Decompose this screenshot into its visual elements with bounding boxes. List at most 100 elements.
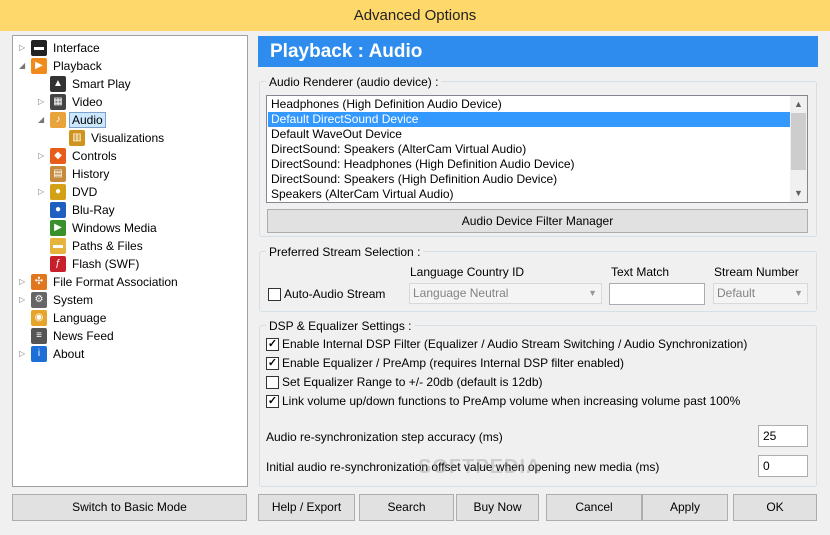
scroll-up-icon[interactable]: ▲ <box>790 96 807 113</box>
tree-item-label: History <box>72 167 110 181</box>
folder-icon: ▬ <box>50 238 66 254</box>
tree-item-label: Paths & Files <box>72 239 143 253</box>
resync-offset-input[interactable]: 0 <box>758 455 808 477</box>
tree-item-label: System <box>53 293 94 307</box>
expand-icon[interactable]: ▷ <box>38 147 48 165</box>
news-icon: ≡ <box>31 328 47 344</box>
audio-device-list[interactable]: Speakers (AlterCam Virtual Audio) DirectS… <box>266 95 808 203</box>
resync-accuracy-input[interactable]: 25 <box>758 425 808 447</box>
dsp-option-checkbox[interactable] <box>266 376 279 389</box>
tree-item-smart-play[interactable]: ▲ Smart Play <box>38 75 134 93</box>
file-association-icon: ✣ <box>31 274 47 290</box>
audio-device-item[interactable]: Default WaveOut Device <box>268 127 790 142</box>
tree-item-language[interactable]: ◉ Language <box>19 309 109 327</box>
dsp-equalizer-legend: DSP & Equalizer Settings : <box>266 319 415 333</box>
flash-icon: ƒ <box>50 256 66 272</box>
expand-icon[interactable]: ▷ <box>19 345 29 363</box>
audio-device-item[interactable]: Headphones (High Definition Audio Device… <box>268 97 790 112</box>
device-list-scrollbar[interactable]: ▲ ▼ <box>790 96 807 202</box>
audio-renderer-legend: Audio Renderer (audio device) : <box>266 75 442 89</box>
tree-item-flash-swf[interactable]: ƒ Flash (SWF) <box>38 255 142 273</box>
controls-icon: ◆ <box>50 148 66 164</box>
tree-item-audio[interactable]: ◢ ♪ Audio <box>38 111 106 129</box>
audio-device-item[interactable]: DirectSound: Speakers (AlterCam Virtual … <box>268 142 790 157</box>
stream-number-select[interactable]: Default ▼ <box>713 283 808 304</box>
dsp-option-label: Set Equalizer Range to +/- 20db (default… <box>282 375 543 389</box>
ok-button[interactable]: OK <box>733 494 817 521</box>
tree-item-label: Playback <box>53 59 102 73</box>
music-note-icon: ♪ <box>50 112 66 128</box>
tree-item-label: Language <box>53 311 107 325</box>
window-title: Advanced Options <box>0 0 830 31</box>
tree-item-blu-ray[interactable]: ● Blu-Ray <box>38 201 118 219</box>
options-tree[interactable]: ▷ ▬ Interface ◢ ▶ Playback ▲ Smart Play ▷ ▦ Video ◢… <box>12 35 248 487</box>
chevron-down-icon: ▼ <box>794 288 803 298</box>
stream-number-label: Stream Number <box>714 265 799 279</box>
dsp-option-checkbox[interactable]: ✓ <box>266 338 279 351</box>
tree-item-label: Audio <box>69 112 106 128</box>
language-country-id-label: Language Country ID <box>410 265 525 279</box>
info-icon: i <box>31 346 47 362</box>
dsp-option-label: Enable Internal DSP Filter (Equalizer / … <box>282 337 748 351</box>
expand-icon[interactable]: ▷ <box>38 183 48 201</box>
audio-device-item[interactable]: Default DirectSound Device <box>268 112 790 127</box>
dsp-option-checkbox[interactable]: ✓ <box>266 395 279 408</box>
watermark: SOFTPEDIA <box>418 456 542 478</box>
buy-now-button[interactable]: Buy Now <box>456 494 539 521</box>
dsp-option-checkbox[interactable]: ✓ <box>266 357 279 370</box>
tree-item-playback[interactable]: ◢ ▶ Playback <box>19 57 105 75</box>
collapse-icon[interactable]: ◢ <box>38 111 48 129</box>
text-match-label: Text Match <box>611 265 670 279</box>
search-button[interactable]: Search <box>359 494 454 521</box>
tree-item-interface[interactable]: ▷ ▬ Interface <box>19 39 103 57</box>
tree-item-paths-files[interactable]: ▬ Paths & Files <box>38 237 146 255</box>
tree-item-label: About <box>53 347 85 361</box>
tree-item-file-format-association[interactable]: ▷ ✣ File Format Association <box>19 273 181 291</box>
auto-audio-stream-label: Auto-Audio Stream <box>284 287 386 301</box>
expand-icon[interactable]: ▷ <box>38 93 48 111</box>
language-select[interactable]: Language Neutral ▼ <box>409 283 602 304</box>
audio-device-item[interactable]: DirectSound: Headphones (High Definition… <box>268 157 790 172</box>
switch-basic-mode-button[interactable]: Switch to Basic Mode <box>12 494 247 521</box>
play-icon: ▶ <box>31 58 47 74</box>
collapse-icon[interactable]: ◢ <box>19 57 29 75</box>
tree-item-windows-media[interactable]: ▶ Windows Media <box>38 219 160 237</box>
scroll-down-icon[interactable]: ▼ <box>790 185 807 202</box>
expand-icon[interactable]: ▷ <box>19 273 29 291</box>
tree-item-news-feed[interactable]: ≡ News Feed <box>19 327 117 345</box>
history-icon: ▤ <box>50 166 66 182</box>
tree-item-label: Smart Play <box>72 77 131 91</box>
tree-item-controls[interactable]: ▷ ◆ Controls <box>38 147 120 165</box>
text-match-input[interactable] <box>609 283 705 305</box>
apply-button[interactable]: Apply <box>642 494 728 521</box>
monitor-icon: ▬ <box>31 40 47 56</box>
preferred-stream-legend: Preferred Stream Selection : <box>266 245 424 259</box>
tree-item-dvd[interactable]: ▷ ● DVD <box>38 183 100 201</box>
tree-item-system[interactable]: ▷ ⚙ System <box>19 291 96 309</box>
cancel-button[interactable]: Cancel <box>546 494 642 521</box>
auto-audio-stream-checkbox[interactable] <box>268 288 281 301</box>
stream-number-value: Default <box>717 286 756 300</box>
audio-device-item[interactable]: DirectSound: Speakers (High Definition A… <box>268 172 790 187</box>
expand-icon[interactable]: ▷ <box>19 291 29 309</box>
language-select-value: Language Neutral <box>413 286 509 300</box>
tree-item-video[interactable]: ▷ ▦ Video <box>38 93 105 111</box>
audio-device-filter-manager-button[interactable]: Audio Device Filter Manager <box>267 209 808 233</box>
expand-icon[interactable]: ▷ <box>19 39 29 57</box>
bluray-icon: ● <box>50 202 66 218</box>
tree-item-label: News Feed <box>53 329 114 343</box>
gear-icon: ⚙ <box>31 292 47 308</box>
tree-item-label: Blu-Ray <box>72 203 115 217</box>
chevron-down-icon: ▼ <box>588 288 597 298</box>
scroll-thumb[interactable] <box>791 113 806 170</box>
tree-item-visualizations[interactable]: ▥ Visualizations <box>57 129 167 147</box>
tree-item-label: Interface <box>53 41 100 55</box>
resync-accuracy-label: Audio re-synchronization step accuracy (… <box>266 430 503 444</box>
graduation-cap-icon: ▲ <box>50 76 66 92</box>
tree-item-label: Flash (SWF) <box>72 257 140 271</box>
tree-item-about[interactable]: ▷ i About <box>19 345 87 363</box>
help-export-button[interactable]: Help / Export <box>258 494 355 521</box>
language-icon: ◉ <box>31 310 47 326</box>
audio-device-item[interactable]: Speakers (AlterCam Virtual Audio) <box>268 187 790 202</box>
tree-item-history[interactable]: ▤ History <box>38 165 112 183</box>
